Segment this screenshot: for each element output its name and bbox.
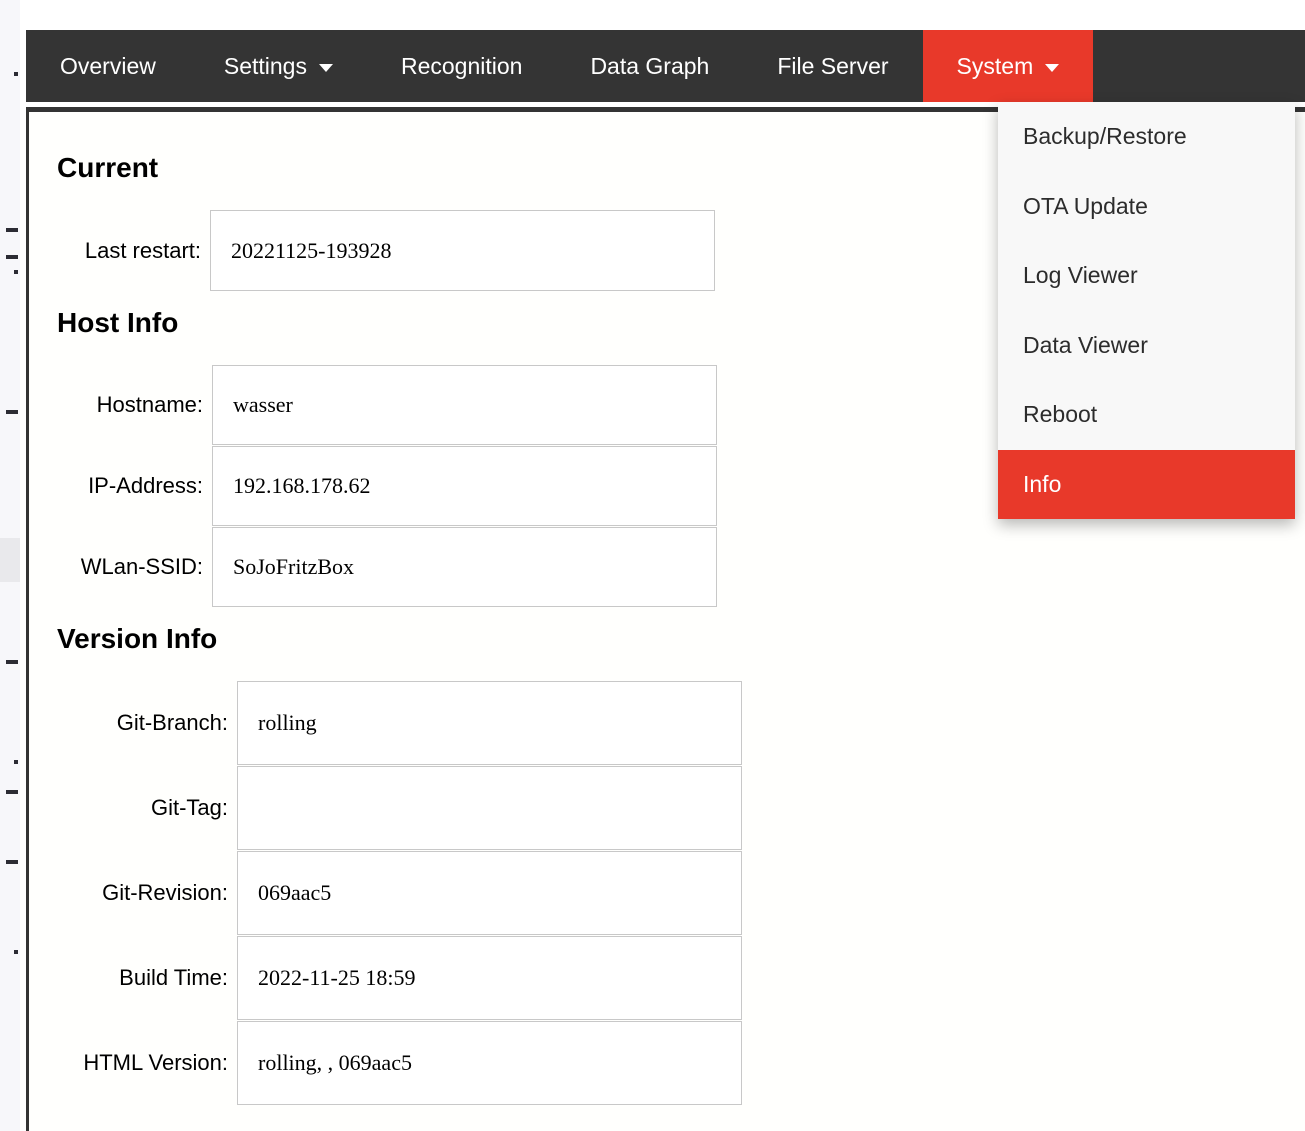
nav-item-overview[interactable]: Overview xyxy=(26,30,190,102)
nav-item-label: Data Graph xyxy=(590,52,710,79)
field-value-git-branch[interactable]: rolling xyxy=(237,681,742,765)
menu-item-info[interactable]: Info xyxy=(998,449,1295,519)
field-row: Git-Branch: rolling xyxy=(57,681,1305,765)
menu-item-reboot[interactable]: Reboot xyxy=(998,380,1295,450)
field-label: HTML Version: xyxy=(83,1050,228,1075)
field-group-version-info: Git-Branch: rolling Git-Tag: Git-Revision: 0… xyxy=(57,681,1305,1105)
menu-item-label: Reboot xyxy=(1023,401,1098,428)
field-value-git-tag[interactable] xyxy=(237,766,742,850)
clipped-text-fragment xyxy=(6,660,18,664)
clipped-text-fragment xyxy=(6,860,18,864)
menu-item-label: Data Viewer xyxy=(1023,331,1148,358)
clipped-selected-row xyxy=(0,538,20,582)
clipped-text-fragment xyxy=(6,228,18,232)
field-row: Git-Tag: xyxy=(57,766,1305,850)
clipped-text-fragment xyxy=(14,760,18,764)
nav-item-file-server[interactable]: File Server xyxy=(743,30,922,102)
field-label: Git-Branch: xyxy=(116,710,228,735)
field-row: WLan-SSID: SoJoFritzBox xyxy=(57,527,1305,607)
nav-item-label: Overview xyxy=(60,52,156,79)
field-label: WLan-SSID: xyxy=(80,554,203,579)
field-row: Build Time: 2022-11-25 18:59 xyxy=(57,936,1305,1020)
menu-item-label: Backup/Restore xyxy=(1023,123,1187,150)
nav-item-data-graph[interactable]: Data Graph xyxy=(556,30,743,102)
field-label: Build Time: xyxy=(119,965,228,990)
field-label: Hostname: xyxy=(96,392,203,417)
clipped-text-fragment xyxy=(14,950,18,954)
field-row: HTML Version: rolling, , 069aac5 xyxy=(57,1021,1305,1105)
field-label: Last restart: xyxy=(84,237,201,263)
field-value-html-version[interactable]: rolling, , 069aac5 xyxy=(237,1021,742,1105)
system-dropdown-menu: Backup/Restore OTA Update Log Viewer Data V… xyxy=(998,102,1295,519)
chevron-down-icon xyxy=(1045,64,1060,72)
menu-item-backup-restore[interactable]: Backup/Restore xyxy=(998,102,1295,172)
field-label: Git-Revision: xyxy=(102,880,228,905)
chevron-down-icon xyxy=(318,64,333,72)
field-value-wlan-ssid[interactable]: SoJoFritzBox xyxy=(212,527,717,607)
menu-item-label: Info xyxy=(1023,470,1062,497)
nav-item-label: Recognition xyxy=(400,52,523,79)
menu-item-data-viewer[interactable]: Data Viewer xyxy=(998,311,1295,381)
field-value-hostname[interactable]: wasser xyxy=(212,365,717,445)
nav-item-system[interactable]: System xyxy=(922,30,1094,102)
nav-item-label: File Server xyxy=(777,52,889,79)
clipped-text-fragment xyxy=(14,72,18,76)
field-label: Git-Tag: xyxy=(150,795,228,820)
page-body: Overview Settings Recognition Data Graph Fil… xyxy=(20,0,1305,1131)
nav-item-label: System xyxy=(956,52,1034,79)
field-row: Git-Revision: 069aac5 xyxy=(57,851,1305,935)
menu-item-log-viewer[interactable]: Log Viewer xyxy=(998,241,1295,311)
clipped-text-fragment xyxy=(6,255,18,259)
nav-item-recognition[interactable]: Recognition xyxy=(367,30,556,102)
clipped-text-fragment xyxy=(6,410,18,414)
main-navbar: Overview Settings Recognition Data Graph Fil… xyxy=(26,30,1305,102)
nav-item-settings[interactable]: Settings xyxy=(190,30,367,102)
field-value-git-revision[interactable]: 069aac5 xyxy=(237,851,742,935)
clipped-text-fragment xyxy=(14,270,18,274)
menu-item-ota-update[interactable]: OTA Update xyxy=(998,172,1295,242)
clipped-text-fragment xyxy=(6,790,18,794)
field-value-last-restart[interactable]: 20221125-193928 xyxy=(210,210,715,291)
field-value-build-time[interactable]: 2022-11-25 18:59 xyxy=(237,936,742,1020)
field-label: IP-Address: xyxy=(88,473,203,498)
menu-item-label: OTA Update xyxy=(1023,192,1148,219)
nav-item-label: Settings xyxy=(223,52,307,79)
menu-item-label: Log Viewer xyxy=(1023,262,1138,289)
section-title-version-info: Version Info xyxy=(57,623,218,654)
clipped-left-panel xyxy=(0,0,21,1131)
field-value-ip-address[interactable]: 192.168.178.62 xyxy=(212,446,717,526)
